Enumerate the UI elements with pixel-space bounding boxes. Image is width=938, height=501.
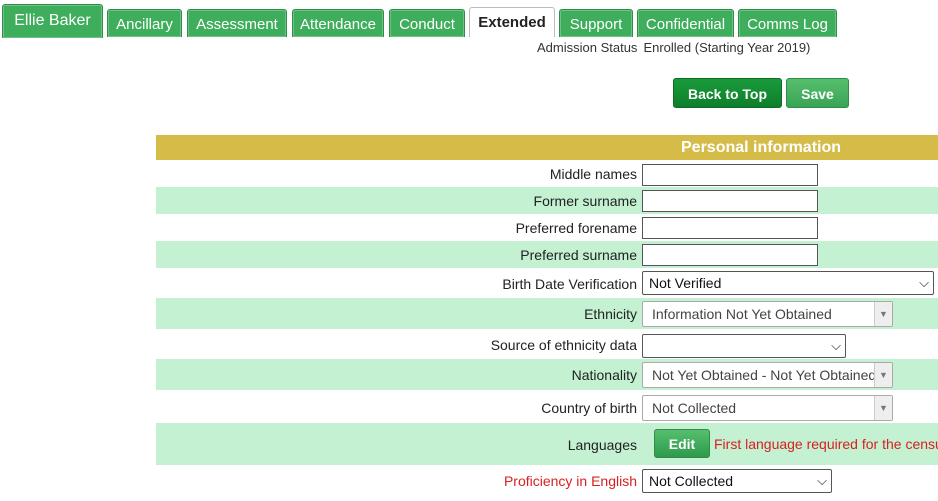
- birth-date-verification-label: Birth Date Verification: [502, 276, 637, 292]
- ethnicity-label: Ethnicity: [584, 306, 637, 322]
- section-header: Personal information: [156, 135, 938, 160]
- preferred-forename-label: Preferred forename: [515, 220, 637, 236]
- ethnicity-combobox[interactable]: Information Not Yet Obtained ▼: [642, 301, 893, 327]
- birth-date-verification-value: Not Verified: [649, 275, 722, 291]
- row-proficiency-english: Proficiency in English Not Collected ⌵: [156, 465, 938, 495]
- chevron-down-icon: ⌵: [831, 338, 841, 353]
- middle-names-input[interactable]: [642, 164, 818, 186]
- tab-bar: Ellie Baker Ancillary Assessment Attenda…: [0, 4, 938, 38]
- tab-extended[interactable]: Extended: [469, 7, 555, 37]
- country-of-birth-combobox[interactable]: Not Collected ▼: [642, 395, 893, 421]
- admission-status: Admission Status Enrolled (Starting Year …: [537, 40, 810, 55]
- tab-attendance[interactable]: Attendance: [292, 9, 384, 37]
- personal-information-section: Personal information Middle names Former…: [156, 135, 938, 495]
- chevron-down-icon: ⌵: [919, 275, 929, 290]
- nationality-label: Nationality: [571, 367, 637, 383]
- preferred-surname-input[interactable]: [642, 244, 818, 266]
- tab-support[interactable]: Support: [559, 9, 633, 37]
- dropdown-triangle-icon[interactable]: ▼: [874, 396, 892, 420]
- tab-student-name[interactable]: Ellie Baker: [2, 4, 103, 38]
- nationality-combobox[interactable]: Not Yet Obtained - Not Yet Obtained ▼: [642, 362, 893, 388]
- tab-assessment[interactable]: Assessment: [187, 9, 287, 37]
- ethnicity-value: Information Not Yet Obtained: [652, 306, 832, 322]
- tab-ancillary[interactable]: Ancillary: [107, 9, 182, 37]
- row-country-of-birth: Country of birth Not Collected ▼: [156, 390, 938, 423]
- preferred-surname-label: Preferred surname: [520, 247, 637, 263]
- former-surname-input[interactable]: [642, 190, 818, 212]
- admission-status-value: Enrolled (Starting Year 2019): [643, 40, 811, 55]
- country-of-birth-value: Not Collected: [652, 400, 737, 416]
- section-title: Personal information: [681, 139, 842, 156]
- row-former-surname: Former surname: [156, 187, 938, 214]
- proficiency-english-value: Not Collected: [649, 473, 734, 489]
- proficiency-english-label: Proficiency in English: [503, 473, 637, 489]
- birth-date-verification-select[interactable]: Not Verified ⌵: [642, 271, 934, 295]
- census-warning: First language required for the census.: [714, 436, 938, 452]
- middle-names-label: Middle names: [549, 166, 637, 182]
- admission-status-label: Admission Status: [537, 40, 638, 55]
- former-surname-label: Former surname: [533, 193, 637, 209]
- dropdown-triangle-icon[interactable]: ▼: [874, 302, 892, 326]
- languages-label: Languages: [567, 437, 637, 453]
- proficiency-english-select[interactable]: Not Collected ⌵: [642, 469, 832, 493]
- tab-comms-log[interactable]: Comms Log: [738, 9, 837, 37]
- row-preferred-surname: Preferred surname: [156, 241, 938, 268]
- edit-languages-button[interactable]: Edit: [654, 429, 710, 458]
- nationality-value: Not Yet Obtained - Not Yet Obtained: [652, 367, 877, 383]
- row-ethnicity-source: Source of ethnicity data ⌵: [156, 329, 938, 359]
- back-to-top-button[interactable]: Back to Top: [673, 78, 782, 108]
- dropdown-triangle-icon[interactable]: ▼: [874, 363, 892, 387]
- row-birth-date-verification: Birth Date Verification Not Verified ⌵: [156, 268, 938, 298]
- country-of-birth-label: Country of birth: [541, 400, 637, 416]
- tab-confidential[interactable]: Confidential: [637, 9, 734, 37]
- preferred-forename-input[interactable]: [642, 217, 818, 239]
- row-nationality: Nationality Not Yet Obtained - Not Yet O…: [156, 359, 938, 390]
- row-ethnicity: Ethnicity Information Not Yet Obtained ▼: [156, 298, 938, 329]
- row-languages: Languages Edit First language required f…: [156, 423, 938, 465]
- save-button[interactable]: Save: [786, 78, 849, 108]
- chevron-down-icon: ⌵: [817, 473, 827, 488]
- ethnicity-source-label: Source of ethnicity data: [490, 337, 637, 353]
- row-preferred-forename: Preferred forename: [156, 214, 938, 241]
- row-middle-names: Middle names: [156, 160, 938, 187]
- tab-conduct[interactable]: Conduct: [389, 9, 465, 37]
- ethnicity-source-select[interactable]: ⌵: [642, 334, 846, 358]
